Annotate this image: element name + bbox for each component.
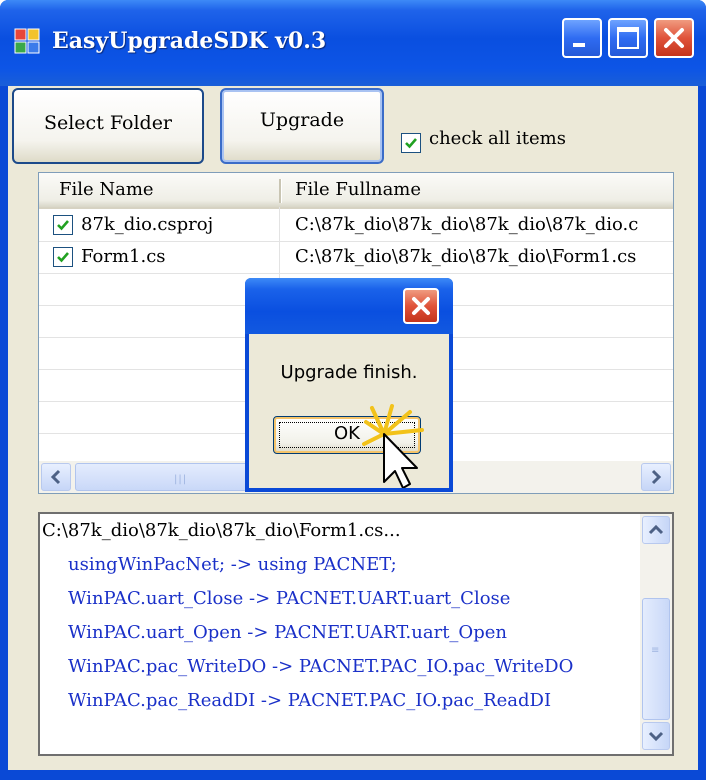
scroll-right-button[interactable] [641,463,671,491]
checkmark-icon [405,138,417,149]
upgrade-button[interactable]: Upgrade [220,88,384,164]
close-button[interactable] [654,18,694,58]
scroll-left-button[interactable] [41,463,71,491]
maximize-icon [617,27,639,49]
file-name-cell: 87k_dio.csproj [81,214,214,235]
minimize-button[interactable] [562,18,602,58]
check-all-label: check all items [429,128,566,149]
checkmark-icon [57,252,69,263]
check-all-checkbox[interactable] [401,133,421,153]
log-line: WinPAC.pac_WriteDO -> PACNET.PAC_IO.pac_… [68,656,574,677]
close-icon [412,297,430,315]
dialog-title-bar[interactable] [245,278,453,334]
log-line: WinPAC.uart_Open -> PACNET.UART.uart_Ope… [68,622,507,643]
log-line: WinPAC.uart_Close -> PACNET.UART.uart_Cl… [68,588,511,609]
row-checkbox[interactable] [53,247,73,267]
close-icon [664,28,684,48]
column-header-file-name[interactable]: File Name [59,173,154,207]
row-checkbox[interactable] [53,215,73,235]
log-line: usingWinPacNet; -> using PACNET; [68,554,397,575]
chevron-up-icon [648,524,664,535]
scroll-grip: ≡ [651,645,660,656]
log-path-line: C:\87k_dio\87k_dio\87k_dio\Form1.cs... [42,520,401,541]
file-fullname-cell: C:\87k_dio\87k_dio\87k_dio\Form1.cs [295,246,637,267]
vertical-scrollbar[interactable]: ≡ [640,514,672,754]
vertical-scroll-thumb[interactable]: ≡ [642,598,670,720]
chevron-left-icon [50,469,61,485]
column-separator[interactable] [279,179,282,203]
mouse-cursor-icon [362,404,424,488]
log-line: WinPAC.pac_ReadDI -> PACNET.PAC_IO.pac_R… [68,690,552,711]
minimize-icon [573,43,585,47]
scroll-grip: ||| [174,474,188,485]
scroll-up-button[interactable] [642,516,670,544]
log-textbox[interactable]: C:\87k_dio\87k_dio\87k_dio\Form1.cs... u… [38,512,674,756]
title-bar[interactable]: EasyUpgradeSDK v0.3 [0,0,706,86]
list-header: File Name File Fullname [39,173,673,209]
chevron-down-icon [648,731,664,742]
column-header-file-fullname[interactable]: File Fullname [295,173,421,207]
checkmark-icon [57,220,69,231]
table-row[interactable]: Form1.cs C:\87k_dio\87k_dio\87k_dio\Form… [39,241,673,274]
file-name-cell: Form1.cs [81,246,166,267]
chevron-right-icon [651,469,662,485]
select-folder-button[interactable]: Select Folder [12,88,204,164]
file-fullname-cell: C:\87k_dio\87k_dio\87k_dio\87k_dio.c [295,214,639,235]
app-window-icon [14,28,40,54]
dialog-close-button[interactable] [403,288,439,324]
maximize-button[interactable] [608,18,648,58]
dialog-message: Upgrade finish. [280,362,418,383]
window-title: EasyUpgradeSDK v0.3 [52,28,327,54]
scroll-down-button[interactable] [642,722,670,750]
table-row[interactable]: 87k_dio.csproj C:\87k_dio\87k_dio\87k_di… [39,209,673,242]
